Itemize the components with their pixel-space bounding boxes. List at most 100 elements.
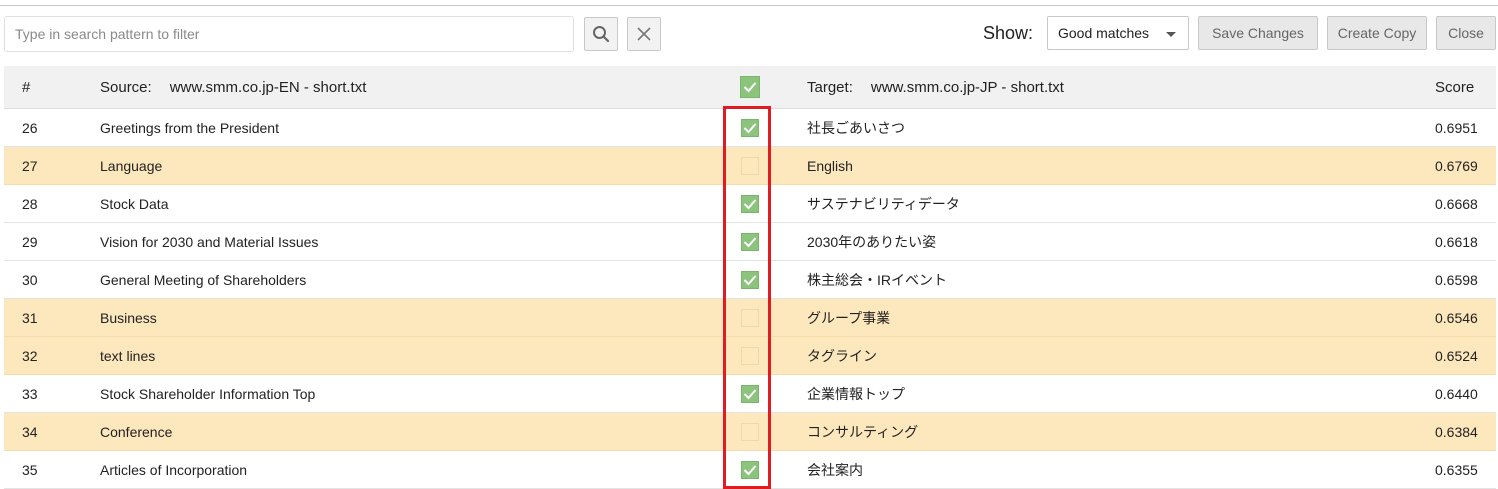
header-score: Score <box>1435 78 1475 96</box>
row-number: 31 <box>22 309 38 326</box>
row-checkbox-cell[interactable] <box>740 147 760 184</box>
save-changes-button[interactable]: Save Changes <box>1198 16 1318 50</box>
table-row[interactable]: 28 Stock Data サステナビリティデータ 0.6668 <box>4 185 1496 223</box>
row-checkbox[interactable] <box>741 156 759 175</box>
row-checkbox[interactable] <box>741 308 759 327</box>
table-row[interactable]: 32 text lines タグライン 0.6524 <box>4 337 1496 375</box>
target-label: Target: <box>807 78 853 96</box>
source-file: www.smm.co.jp-EN - short.txt <box>169 78 367 96</box>
source-segment: Stock Shareholder Information Top <box>100 385 316 402</box>
row-checkbox-cell[interactable] <box>740 413 760 450</box>
table-header: # Source: www.smm.co.jp-EN - short.txt T… <box>4 66 1496 109</box>
row-checkbox[interactable] <box>741 232 759 251</box>
show-filter-value: Good matches <box>1058 25 1150 41</box>
target-segment: サステナビリティデータ <box>807 195 960 212</box>
check-icon <box>743 274 757 285</box>
table-row[interactable]: 34 Conference コンサルティング 0.6384 <box>4 413 1496 451</box>
search-button[interactable] <box>584 17 618 51</box>
target-segment: タグライン <box>807 347 877 364</box>
target-segment: English <box>807 157 853 174</box>
header-num: # <box>22 78 31 96</box>
toolbar: Show: Good matches Save Changes Create C… <box>0 0 1498 66</box>
create-copy-button[interactable]: Create Copy <box>1327 16 1427 50</box>
row-checkbox-cell[interactable] <box>740 109 760 146</box>
create-copy-label: Create Copy <box>1337 25 1417 41</box>
table-row[interactable]: 35 Articles of Incorporation 会社案内 0.6355 <box>4 451 1496 489</box>
target-segment: 株主総会・IRイベント <box>807 271 947 288</box>
table-row[interactable]: 29 Vision for 2030 and Material Issues 203… <box>4 223 1496 261</box>
row-checkbox[interactable] <box>741 270 759 289</box>
source-segment: text lines <box>100 347 156 364</box>
close-label: Close <box>1448 25 1484 41</box>
match-score: 0.6524 <box>1435 347 1478 364</box>
row-checkbox[interactable] <box>741 194 759 213</box>
target-segment: グループ事業 <box>807 309 891 326</box>
row-checkbox[interactable] <box>741 422 759 441</box>
check-icon <box>743 198 757 209</box>
target-segment: 社長ごあいさつ <box>807 119 905 136</box>
row-number: 28 <box>22 195 38 212</box>
row-number: 26 <box>22 119 38 136</box>
check-icon <box>743 82 757 93</box>
row-checkbox-cell[interactable] <box>740 223 760 260</box>
target-segment: コンサルティング <box>807 423 919 440</box>
row-checkbox-cell[interactable] <box>740 299 760 336</box>
search-input[interactable] <box>4 16 574 52</box>
source-segment: General Meeting of Shareholders <box>100 271 307 288</box>
show-filter-select[interactable]: Good matches <box>1047 16 1189 50</box>
source-segment: Language <box>100 157 163 174</box>
target-segment: 会社案内 <box>807 461 863 478</box>
alignment-table: # Source: www.smm.co.jp-EN - short.txt T… <box>4 66 1496 489</box>
search-icon <box>593 26 610 43</box>
header-source: Source: www.smm.co.jp-EN - short.txt <box>100 66 366 108</box>
table-row[interactable]: 27 Language English 0.6769 <box>4 147 1496 185</box>
match-score: 0.6769 <box>1435 157 1478 174</box>
target-file: www.smm.co.jp-JP - short.txt <box>870 78 1064 96</box>
row-checkbox[interactable] <box>741 346 759 365</box>
row-number: 33 <box>22 385 38 402</box>
match-score: 0.6546 <box>1435 309 1478 326</box>
row-number: 27 <box>22 157 38 174</box>
row-checkbox-cell[interactable] <box>740 261 760 298</box>
match-score: 0.6384 <box>1435 423 1478 440</box>
row-checkbox-cell[interactable] <box>740 185 760 222</box>
row-checkbox[interactable] <box>741 118 759 137</box>
row-number: 32 <box>22 347 38 364</box>
check-icon <box>743 122 757 133</box>
row-checkbox[interactable] <box>741 460 759 479</box>
row-number: 34 <box>22 423 38 440</box>
source-segment: Articles of Incorporation <box>100 461 248 478</box>
match-score: 0.6598 <box>1435 271 1478 288</box>
source-segment: Stock Data <box>100 195 169 212</box>
source-label: Source: <box>100 78 152 96</box>
row-number: 29 <box>22 233 38 250</box>
check-icon <box>743 388 757 399</box>
table-body: 26 Greetings from the President 社長ごあいさつ 0.6… <box>4 109 1496 489</box>
row-checkbox-cell[interactable] <box>740 451 760 488</box>
chevron-down-icon <box>1166 32 1176 37</box>
target-segment: 2030年のありたい姿 <box>807 233 937 250</box>
table-row[interactable]: 26 Greetings from the President 社長ごあいさつ 0.6… <box>4 109 1496 147</box>
source-segment: Conference <box>100 423 173 440</box>
table-row[interactable]: 30 General Meeting of Shareholders 株主総会・IR… <box>4 261 1496 299</box>
show-label: Show: <box>983 23 1034 43</box>
clear-search-button[interactable] <box>627 17 661 51</box>
row-number: 30 <box>22 271 38 288</box>
select-all-checkbox[interactable] <box>740 76 760 98</box>
row-checkbox-cell[interactable] <box>740 337 760 374</box>
match-score: 0.6440 <box>1435 385 1478 402</box>
table-row[interactable]: 33 Stock Shareholder Information Top 企業情報ト… <box>4 375 1496 413</box>
row-number: 35 <box>22 461 38 478</box>
close-icon <box>637 27 651 41</box>
save-changes-label: Save Changes <box>1212 25 1304 41</box>
close-button[interactable]: Close <box>1436 16 1496 50</box>
header-target: Target: www.smm.co.jp-JP - short.txt <box>807 66 1064 108</box>
match-score: 0.6618 <box>1435 233 1478 250</box>
table-row[interactable]: 31 Business グループ事業 0.6546 <box>4 299 1496 337</box>
header-select-all[interactable] <box>740 66 760 108</box>
row-checkbox-cell[interactable] <box>740 375 760 412</box>
match-score: 0.6951 <box>1435 119 1478 136</box>
check-icon <box>743 236 757 247</box>
match-score: 0.6668 <box>1435 195 1478 212</box>
row-checkbox[interactable] <box>741 384 759 403</box>
